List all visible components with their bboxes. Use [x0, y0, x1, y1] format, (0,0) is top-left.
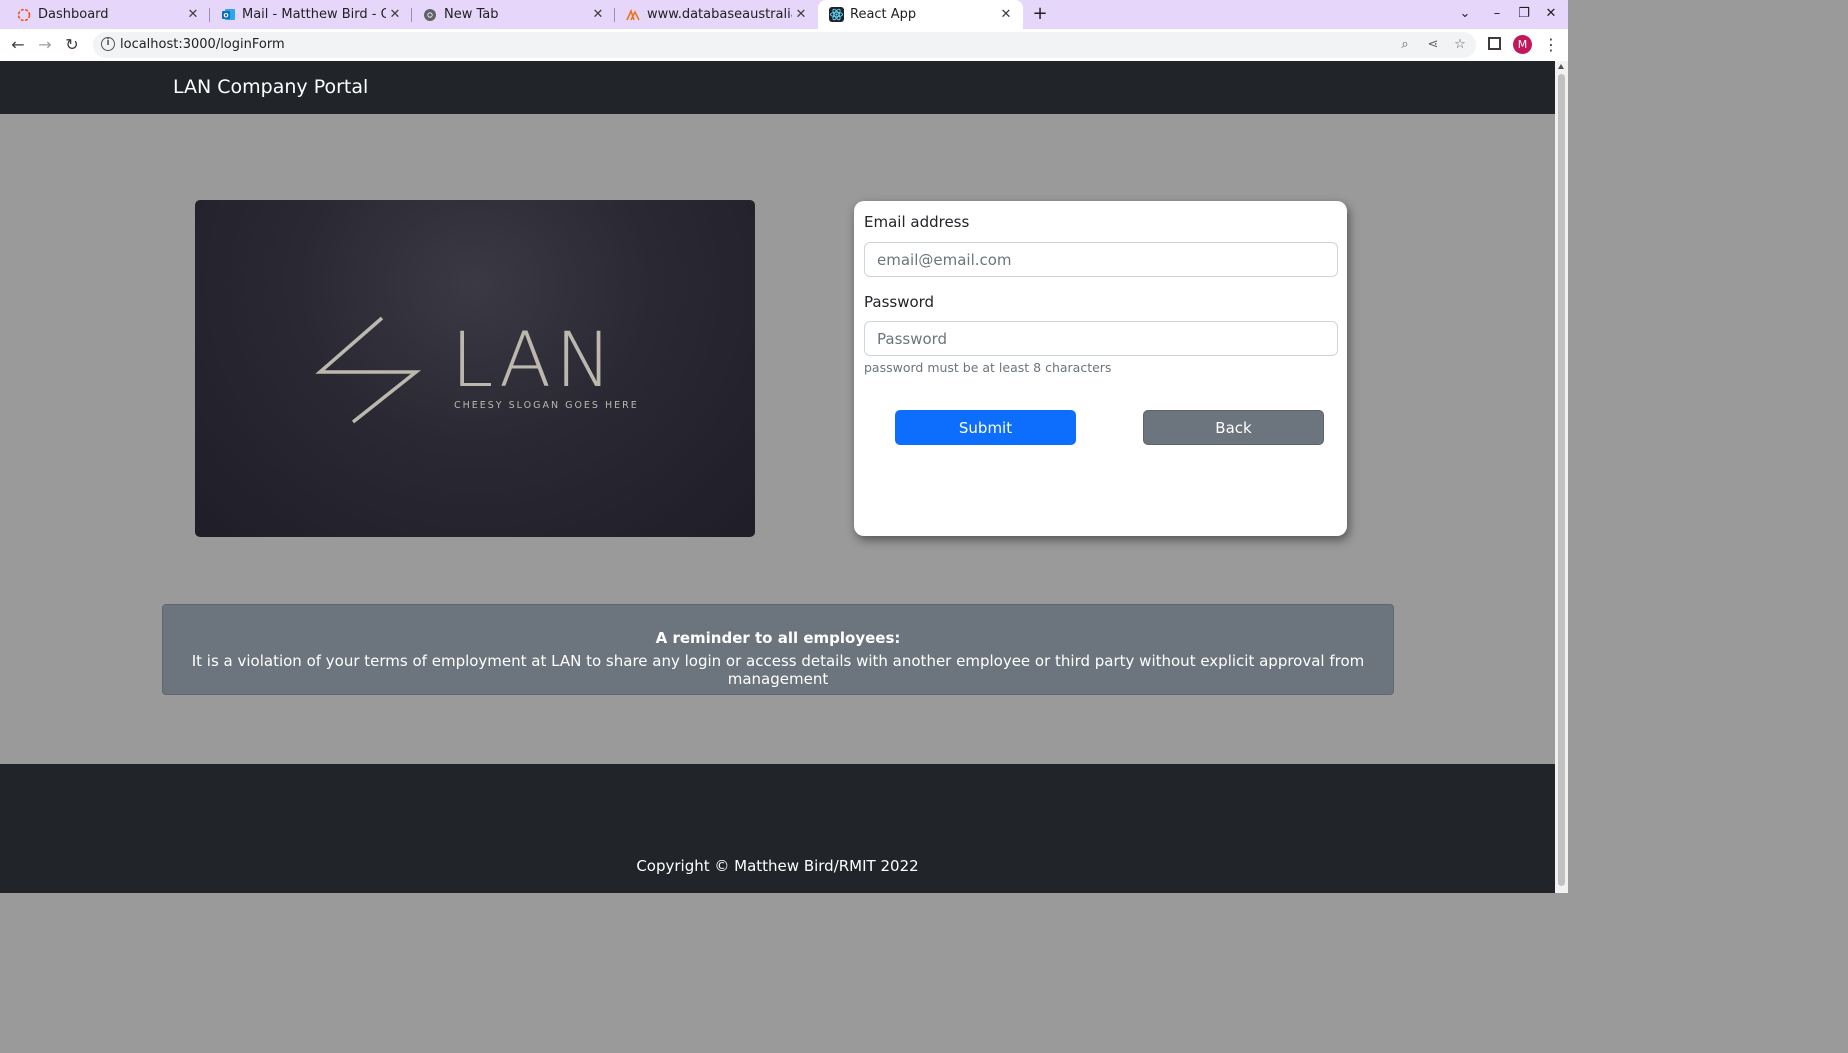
page-scrollbar[interactable] — [1555, 61, 1568, 893]
address-bar[interactable]: i localhost:3000/loginForm ⌕ ⋖ ☆ — [93, 32, 1476, 58]
outlook-icon: O — [220, 7, 236, 23]
email-label: Email address — [864, 213, 970, 231]
navbar-brand[interactable]: LAN Company Portal — [173, 76, 368, 98]
bookmark-star-icon[interactable]: ☆ — [1452, 37, 1468, 52]
database-australia-icon — [625, 7, 641, 23]
scrollbar-thumb[interactable] — [1558, 74, 1565, 886]
copyright-text: Copyright © Matthew Bird/RMIT 2022 — [636, 857, 919, 875]
window-close-icon[interactable]: ✕ — [1541, 6, 1561, 21]
back-arrow-icon[interactable]: ← — [7, 34, 29, 56]
tab-react-app[interactable]: React App ✕ — [818, 0, 1023, 29]
new-tab-plus-icon[interactable]: + — [1030, 4, 1050, 24]
tab-databaseaustralia[interactable]: www.databaseaustralia.com ✕ — [615, 0, 818, 29]
back-button[interactable]: Back — [1143, 410, 1324, 445]
tab-title: Mail - Matthew Bird - Outlook — [242, 7, 386, 22]
chrome-icon — [422, 7, 438, 23]
tab-title: New Tab — [444, 7, 499, 22]
lan-logo: LAN CHEESY SLOGAN GOES HERE — [315, 315, 639, 424]
restore-icon[interactable]: ❐ — [1514, 6, 1534, 21]
tab-title: www.databaseaustralia.com — [647, 7, 792, 22]
ubuntu-circle-icon — [16, 7, 32, 23]
page-footer: Copyright © Matthew Bird/RMIT 2022 — [0, 764, 1555, 893]
profile-avatar[interactable]: M — [1513, 35, 1532, 54]
address-url: localhost:3000/loginForm — [120, 37, 285, 52]
submit-button[interactable]: Submit — [895, 410, 1076, 445]
notice-heading: A reminder to all employees: — [655, 629, 901, 647]
tab-search-chevron-icon[interactable]: ⌄ — [1455, 6, 1475, 21]
notice-text: It is a violation of your terms of emplo… — [191, 652, 1365, 688]
tab-strip: Dashboard ✕ O Mail - Matthew Bird - Outl… — [0, 0, 1568, 29]
close-icon[interactable]: ✕ — [792, 7, 810, 22]
tab-outlook[interactable]: O Mail - Matthew Bird - Outlook ✕ — [210, 0, 412, 29]
logo-slogan: CHEESY SLOGAN GOES HERE — [454, 400, 639, 411]
close-icon[interactable]: ✕ — [386, 7, 404, 22]
kebab-menu-icon[interactable]: ⋮ — [1543, 35, 1559, 54]
side-panel-icon[interactable] — [1488, 37, 1501, 50]
email-field[interactable] — [864, 242, 1338, 277]
close-icon[interactable]: ✕ — [184, 7, 202, 22]
company-logo-banner: LAN CHEESY SLOGAN GOES HERE — [195, 200, 755, 537]
minimize-icon[interactable]: – — [1487, 6, 1507, 21]
browser-toolbar: ← → ↻ i localhost:3000/loginForm ⌕ ⋖ ☆ M… — [0, 29, 1568, 61]
forward-arrow-icon[interactable]: → — [34, 34, 56, 56]
login-form-card: Email address Password password must be … — [854, 201, 1347, 536]
close-icon[interactable]: ✕ — [589, 7, 607, 22]
password-label: Password — [864, 293, 935, 311]
password-field[interactable] — [864, 321, 1338, 356]
top-navbar: LAN Company Portal — [0, 61, 1555, 114]
react-icon — [828, 7, 844, 23]
close-icon[interactable]: ✕ — [997, 7, 1015, 22]
scroll-up-arrow-icon[interactable] — [1558, 64, 1564, 69]
tab-dashboard[interactable]: Dashboard ✕ — [0, 0, 210, 29]
lightning-bolt-icon — [315, 316, 422, 424]
share-icon[interactable]: ⋖ — [1425, 37, 1441, 52]
svg-text:O: O — [223, 13, 228, 20]
reload-icon[interactable]: ↻ — [61, 34, 83, 56]
page-content: LAN Company Portal LAN CHEESY SLOGAN GOE… — [0, 61, 1555, 893]
zoom-icon[interactable]: ⌕ — [1397, 37, 1413, 52]
site-info-icon[interactable]: i — [101, 37, 115, 51]
employee-reminder-notice: A reminder to all employees: It is a vio… — [162, 604, 1394, 695]
tab-new-tab[interactable]: New Tab ✕ — [412, 0, 615, 29]
tab-title: Dashboard — [38, 7, 109, 22]
logo-wordmark: LAN — [451, 315, 616, 404]
tab-title: React App — [850, 7, 917, 22]
password-hint: password must be at least 8 characters — [864, 360, 1112, 375]
